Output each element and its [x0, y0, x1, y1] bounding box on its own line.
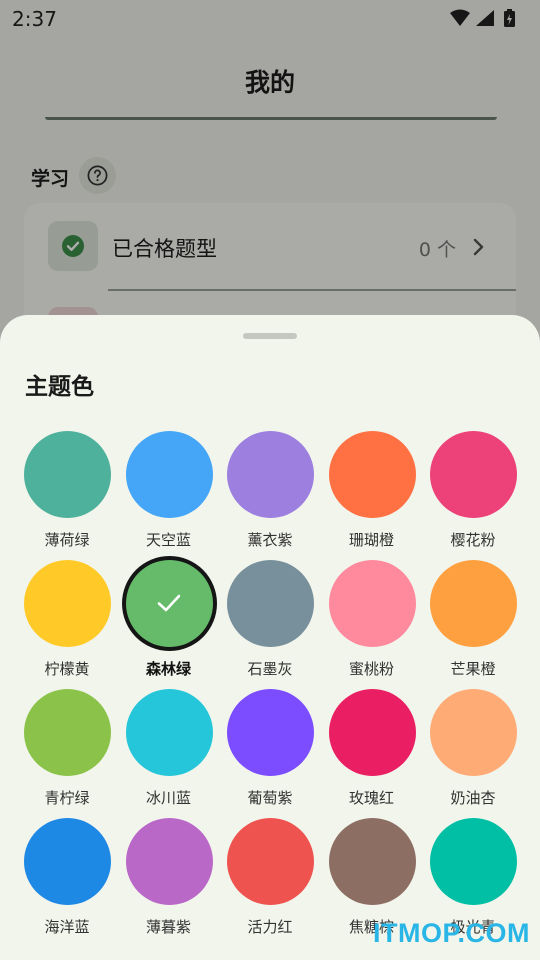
color-circle[interactable] — [328, 818, 416, 905]
color-circle[interactable] — [125, 689, 213, 776]
color-name-label: 活力红 — [247, 918, 293, 936]
color-name-label: 珊瑚橙 — [348, 531, 394, 549]
drag-handle[interactable] — [243, 333, 297, 339]
color-circle[interactable] — [430, 818, 517, 905]
color-swatch[interactable]: 玫瑰红 — [322, 689, 422, 814]
color-swatch[interactable]: 芒果橙 — [423, 560, 523, 685]
color-circle[interactable] — [430, 431, 517, 518]
check-icon — [157, 594, 180, 612]
color-name-label: 芒果橙 — [450, 660, 496, 678]
color-name-label: 葡萄紫 — [247, 789, 293, 807]
color-swatch[interactable]: 蜜桃粉 — [322, 560, 422, 685]
color-circle[interactable] — [227, 818, 314, 905]
color-name-label: 石墨灰 — [247, 660, 293, 678]
color-circle[interactable] — [24, 560, 111, 647]
color-swatch[interactable]: 奶油杏 — [423, 689, 523, 814]
color-circle[interactable] — [125, 431, 213, 518]
color-swatch[interactable]: 冰川蓝 — [119, 689, 219, 814]
color-swatch[interactable]: 石墨灰 — [220, 560, 320, 685]
color-swatch[interactable]: 青柠绿 — [17, 689, 117, 814]
color-name-label: 玫瑰红 — [348, 789, 394, 807]
color-name-label: 奶油杏 — [450, 789, 496, 807]
color-circle[interactable] — [430, 689, 517, 776]
color-name-label: 薰衣紫 — [247, 531, 293, 549]
color-name-label: 青柠绿 — [44, 789, 90, 807]
theme-color-sheet: 主题色 薄荷绿 天空蓝 薰衣紫 珊瑚橙 樱花粉柠檬黄 森林绿 石墨灰 蜜桃粉 芒果橙青柠绿 冰川蓝… — [0, 315, 540, 960]
color-name-label: 冰川蓝 — [145, 789, 191, 807]
color-swatch[interactable]: 天空蓝 — [119, 431, 219, 556]
color-circle[interactable] — [227, 689, 314, 776]
sheet-title: 主题色 — [25, 374, 94, 400]
color-swatch[interactable]: 薄荷绿 — [17, 431, 117, 556]
color-circle[interactable] — [328, 431, 416, 518]
color-name-label: 樱花粉 — [450, 531, 496, 549]
color-circle[interactable] — [227, 431, 314, 518]
color-name-label: 薄荷绿 — [44, 531, 90, 549]
color-circle[interactable] — [125, 818, 213, 905]
color-circle[interactable] — [328, 560, 416, 647]
color-circle[interactable] — [24, 689, 111, 776]
color-name-label: 蜜桃粉 — [348, 660, 394, 678]
color-circle[interactable] — [430, 560, 517, 647]
color-swatch[interactable]: 森林绿 — [119, 560, 219, 685]
color-swatch[interactable]: 樱花粉 — [423, 431, 523, 556]
color-name-label: 海洋蓝 — [44, 918, 90, 936]
color-swatch[interactable]: 葡萄紫 — [220, 689, 320, 814]
color-circle[interactable] — [328, 689, 416, 776]
color-swatch[interactable]: 薄暮紫 — [119, 818, 219, 943]
color-name-label: 薄暮紫 — [145, 918, 191, 936]
color-circle[interactable] — [24, 431, 111, 518]
color-circle[interactable] — [24, 818, 111, 905]
watermark-logo: ITMOP.COM — [372, 918, 530, 948]
color-swatch[interactable]: 活力红 — [220, 818, 320, 943]
color-circle[interactable] — [227, 560, 314, 647]
color-circle-selected[interactable] — [125, 560, 213, 647]
color-swatch[interactable]: 薰衣紫 — [220, 431, 320, 556]
color-name-label: 柠檬黄 — [44, 660, 90, 678]
color-name-label: 森林绿 — [145, 660, 191, 678]
color-swatch[interactable]: 柠檬黄 — [17, 560, 117, 685]
color-swatch[interactable]: 珊瑚橙 — [322, 431, 422, 556]
color-swatch[interactable]: 海洋蓝 — [17, 818, 117, 943]
color-name-label: 天空蓝 — [145, 531, 191, 549]
